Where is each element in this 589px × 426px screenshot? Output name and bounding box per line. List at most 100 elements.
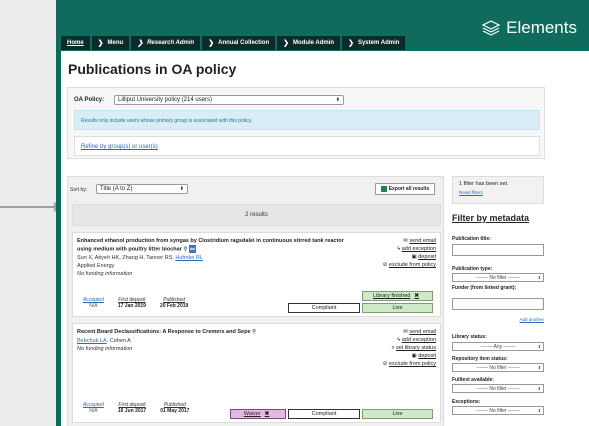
add-exception-action[interactable]: ϟ add exception [383, 336, 436, 344]
sort-select-value: Title (A to Z) [100, 186, 133, 192]
waiver-badge[interactable]: Waiver ✖ [230, 409, 286, 419]
select-caret-icon: ⬍ [537, 365, 541, 370]
set-library-status-action[interactable]: ⌕ set library status [383, 344, 436, 352]
filter-heading: Filter by metadata [452, 213, 530, 223]
deposit-label: deposit [418, 254, 436, 260]
publication-authors: Bebchuk LA, Cohen A [77, 338, 131, 344]
add-exception-action[interactable]: ϟ add exception [383, 245, 436, 253]
nav-module-admin[interactable]: ❯ Module Admin [277, 36, 341, 50]
close-icon[interactable]: ✖ [414, 293, 422, 299]
refine-link[interactable]: Refine by group(s) or user(s) [81, 144, 158, 150]
nav-research-admin[interactable]: ❯ Research Admin [131, 36, 201, 50]
chevron-right-icon: ❯ [348, 40, 354, 47]
search-icon[interactable]: ⚲ [252, 329, 256, 335]
filter-sidebar: 1 filter has been set. Reset filters Fil… [452, 176, 544, 426]
ban-icon: ⊘ [382, 262, 388, 268]
deposit-icon: ▣ [411, 353, 417, 359]
publication-card: Enhanced ethanol production from syngas … [72, 232, 441, 317]
set-library-status-label: set library status [395, 345, 436, 351]
oa-policy-select[interactable]: Lilliput University policy (214 users) ⬍ [114, 95, 344, 105]
compliance-label: Compliant [311, 411, 337, 417]
add-another-link[interactable]: Add another [519, 317, 544, 322]
deposit-icon: ▣ [411, 254, 417, 260]
select-caret-icon: ⬍ [537, 386, 541, 391]
exclude-action[interactable]: ⊘ exclude from policy [383, 360, 436, 368]
brand-name: Elements [506, 18, 577, 37]
funder-label: Funder (from linked grant): [452, 285, 517, 291]
page-title: Publications in OA policy [68, 61, 237, 77]
publication-actions: ✉ send email ϟ add exception ⌕ set libra… [383, 328, 436, 368]
funding-info: No funding information [77, 271, 133, 277]
add-exception-label: add exception [401, 337, 436, 343]
exclude-action[interactable]: ⊘ exclude from policy [383, 261, 436, 269]
library-status-label: Library finished [373, 293, 411, 299]
doi-badge[interactable]: doi [188, 245, 197, 253]
deposit-action[interactable]: ▣ deposit [383, 352, 436, 360]
nav-annual-collection[interactable]: ❯ Annual Collection [202, 36, 276, 50]
publication-dates: Accepted N/A First deposit 17 Jan 2019 Pub… [83, 297, 188, 309]
accepted-value: N/A [89, 408, 98, 414]
publication-title-text: Recent Board Declassifications: A Respon… [77, 329, 251, 335]
live-label: Live [392, 305, 403, 311]
published-date: Published 20 Feb 2019 [160, 297, 188, 309]
accepted-date: Accepted N/A [83, 402, 104, 414]
funder-input[interactable] [452, 298, 544, 310]
first-deposit-value: 16 Jun 2017 [117, 408, 147, 414]
nav-system-admin[interactable]: ❯ System Admin [342, 36, 406, 50]
nav-module-admin-label: Module Admin [292, 40, 335, 46]
add-exception-label: add exception [401, 246, 436, 252]
nav-home[interactable]: Home [61, 36, 90, 50]
sort-select[interactable]: Title (A to Z) ⬍ [96, 184, 188, 194]
info-alert: Results only include users whose primary… [74, 110, 540, 130]
accepted-value: N/A [89, 303, 98, 309]
deposit-action[interactable]: ▣ deposit [383, 253, 436, 261]
exclude-label: exclude from policy [388, 262, 436, 268]
fulltext-select[interactable]: ------- No filter ------- ⬍ [452, 384, 544, 393]
author-link[interactable]: Bebchuk LA [77, 338, 107, 344]
publication-authors: Sun X, Atiyeh HK, Zhang H, Tanner RS, Hu… [77, 255, 203, 261]
publication-title[interactable]: Recent Board Declassifications: A Respon… [77, 328, 347, 336]
first-deposit-date: First deposit 17 Jan 2019 [118, 297, 146, 309]
nav-menu[interactable]: ❯ Menu [91, 36, 130, 50]
publication-type-select[interactable]: ------- No filter ------- ⬍ [452, 273, 544, 282]
select-caret-icon: ⬍ [179, 186, 184, 192]
published-value: 20 Feb 2019 [159, 303, 189, 309]
fulltext-value: ------- No filter ------- [476, 385, 520, 392]
tag-icon: ⌕ [391, 345, 395, 351]
library-status-select[interactable]: ------- Any ------- ⬍ [452, 342, 544, 351]
close-icon[interactable]: ✖ [265, 411, 273, 417]
chevron-right-icon: ❯ [97, 40, 104, 47]
live-status: Live [362, 409, 433, 419]
nav-annual-collection-label: Annual Collection [218, 40, 270, 46]
ban-icon: ⊘ [382, 361, 388, 367]
oa-policy-panel: OA Policy: Lilliput University policy (2… [67, 87, 545, 159]
chevron-right-icon: ❯ [208, 40, 215, 47]
library-status-filter-label: Library status: [452, 334, 487, 340]
search-icon[interactable]: ⚲ [183, 246, 187, 252]
exceptions-select[interactable]: ------- No filter ------- ⬍ [452, 406, 544, 415]
oa-policy-label: OA Policy: [74, 97, 105, 103]
send-email-action[interactable]: ✉ send email [383, 237, 436, 245]
publication-title[interactable]: Enhanced ethanol production from syngas … [77, 237, 347, 253]
reset-filters-link[interactable]: Reset filters [459, 190, 537, 195]
live-label: Live [392, 411, 403, 417]
compliance-status: Compliant [288, 409, 360, 419]
publication-type-label: Publication type: [452, 266, 493, 272]
author-link[interactable]: Huhnke RL [175, 255, 203, 261]
publication-title-input[interactable] [452, 244, 544, 256]
select-caret-icon: ⬍ [537, 275, 541, 280]
repo-status-label: Repository item status: [452, 356, 508, 362]
repo-status-select[interactable]: ------- No filter ------- ⬍ [452, 363, 544, 372]
select-caret-icon: ⬍ [335, 97, 340, 103]
publication-dates: Accepted N/A First deposit 16 Jun 2017 Pub… [83, 402, 189, 414]
nav-system-admin-label: System Admin [357, 40, 400, 46]
send-email-action[interactable]: ✉ send email [383, 328, 436, 336]
export-all-button[interactable]: Export all results [375, 183, 435, 195]
publication-title-label: Publication title: [452, 236, 491, 242]
bolt-icon: ϟ [397, 337, 401, 343]
library-status-badge[interactable]: Library finished ✖ [362, 291, 433, 301]
publication-title-text: Enhanced ethanol production from syngas … [77, 238, 344, 253]
envelope-icon: ✉ [403, 329, 408, 335]
results-count-text: 2 results [245, 212, 268, 218]
page-content: Publications in OA policy OA Policy: Lil… [61, 51, 589, 426]
